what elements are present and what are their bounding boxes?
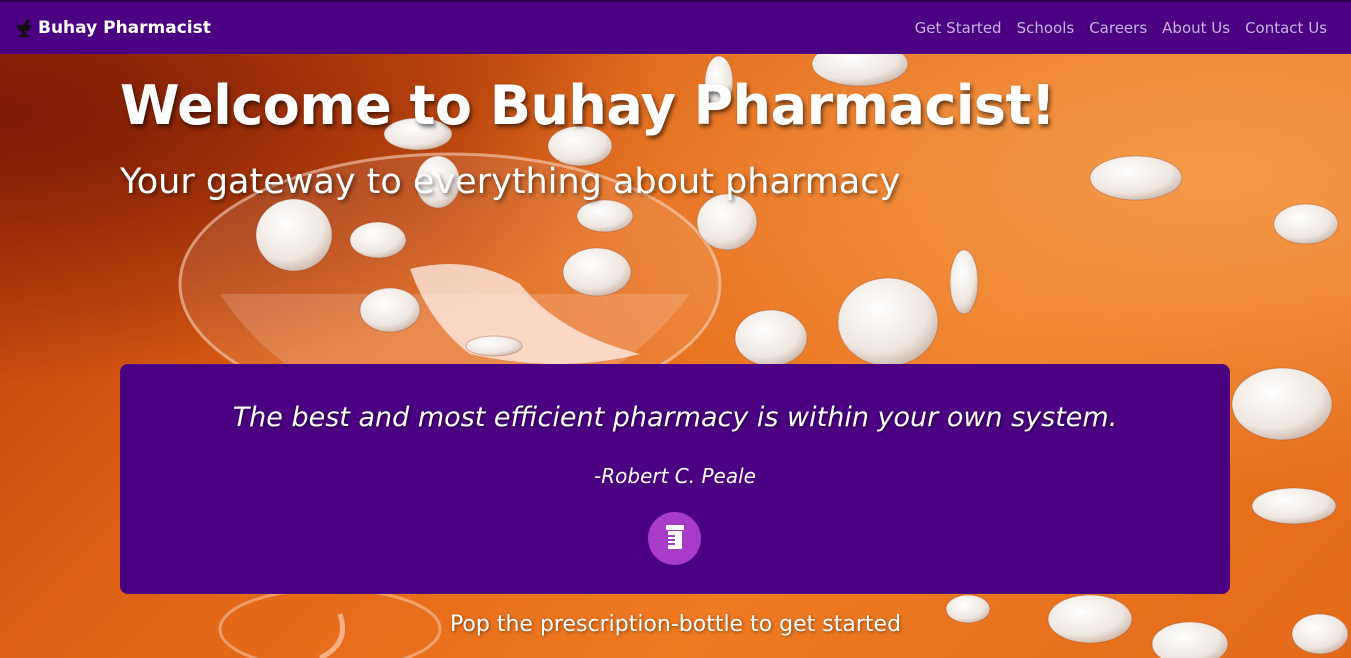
nav-link-schools[interactable]: Schools (1017, 19, 1075, 37)
mortar-pestle-icon (14, 18, 34, 38)
nav-link-contact-us[interactable]: Contact Us (1245, 19, 1327, 37)
page-title: Welcome to Buhay Pharmacist! (120, 74, 1056, 137)
nav-links: Get Started Schools Careers About Us Con… (915, 19, 1327, 37)
nav-link-get-started[interactable]: Get Started (915, 19, 1002, 37)
navbar: Buhay Pharmacist Get Started Schools Car… (0, 0, 1351, 54)
prescription-bottle-button[interactable] (648, 512, 701, 565)
prescription-bottle-icon (665, 524, 685, 554)
brand-link[interactable]: Buhay Pharmacist (14, 18, 211, 38)
nav-link-about-us[interactable]: About Us (1162, 19, 1230, 37)
quote-box: The best and most efficient pharmacy is … (120, 364, 1230, 594)
hero-section: Welcome to Buhay Pharmacist! Your gatewa… (0, 54, 1351, 658)
get-started-hint: Pop the prescription-bottle to get start… (449, 612, 902, 637)
nav-link-careers[interactable]: Careers (1089, 19, 1147, 37)
page-subtitle: Your gateway to everything about pharmac… (120, 162, 901, 202)
brand-name: Buhay Pharmacist (38, 18, 211, 38)
quote-text: The best and most efficient pharmacy is … (232, 402, 1118, 433)
quote-author: -Robert C. Peale (594, 464, 756, 488)
